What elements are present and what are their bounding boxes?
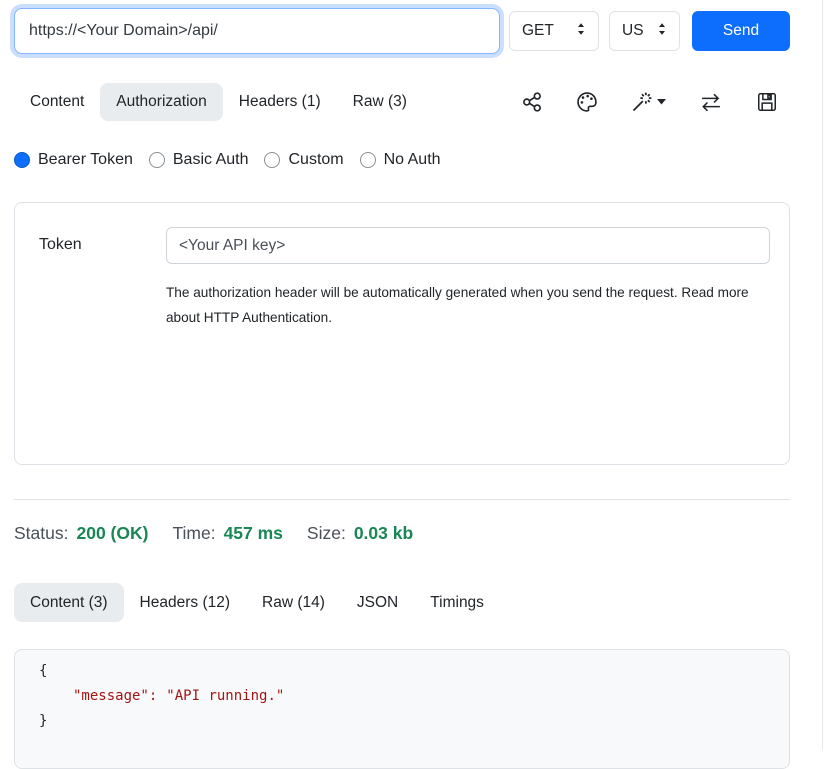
json-value: "API running." xyxy=(166,688,284,704)
response-tab-timings[interactable]: Timings xyxy=(414,583,500,622)
region-select[interactable]: US xyxy=(609,11,680,51)
radio-label: Bearer Token xyxy=(38,151,133,169)
token-input[interactable] xyxy=(166,227,770,264)
code-line: { xyxy=(39,659,789,684)
response-body: { "message": "API running." } xyxy=(14,649,790,769)
radio-label: No Auth xyxy=(384,151,441,169)
method-select[interactable]: GET xyxy=(509,11,599,51)
radio-unselected-icon xyxy=(264,152,280,168)
radio-label: Custom xyxy=(288,151,343,169)
response-tab-content[interactable]: Content (3) xyxy=(14,583,124,622)
auth-type-options: Bearer Token Basic Auth Custom No Auth xyxy=(14,151,822,169)
token-help-text: The authorization header will be automat… xyxy=(166,280,772,330)
section-divider xyxy=(14,499,790,500)
token-label: Token xyxy=(39,227,166,330)
radio-selected-icon xyxy=(14,152,30,168)
tab-raw[interactable]: Raw (3) xyxy=(337,83,423,121)
updown-arrows-icon xyxy=(657,21,667,42)
response-summary: Status: 200 (OK) Time: 457 ms Size: 0.03… xyxy=(14,523,822,544)
tab-headers[interactable]: Headers (1) xyxy=(223,83,337,121)
radio-label: Basic Auth xyxy=(173,151,249,169)
json-key: "message": xyxy=(73,688,157,704)
size-label: Size: xyxy=(307,523,346,544)
bearer-token-panel: Token The authorization header will be a… xyxy=(14,202,790,465)
radio-unselected-icon xyxy=(360,152,376,168)
radio-no-auth[interactable]: No Auth xyxy=(360,151,441,169)
send-button[interactable]: Send xyxy=(692,11,790,51)
region-select-value: US xyxy=(622,22,644,40)
radio-custom[interactable]: Custom xyxy=(264,151,343,169)
request-bar: GET US Send xyxy=(14,8,822,54)
code-line: "message": "API running." xyxy=(39,684,789,709)
time-value: 457 ms xyxy=(224,523,283,544)
response-tab-headers[interactable]: Headers (12) xyxy=(124,583,246,622)
save-icon[interactable] xyxy=(756,91,778,113)
url-input[interactable] xyxy=(14,8,500,54)
response-tab-raw[interactable]: Raw (14) xyxy=(246,583,341,622)
radio-bearer-token[interactable]: Bearer Token xyxy=(14,151,133,169)
palette-icon[interactable] xyxy=(576,91,598,113)
radio-basic-auth[interactable]: Basic Auth xyxy=(149,151,249,169)
radio-unselected-icon xyxy=(149,152,165,168)
size-value: 0.03 kb xyxy=(354,523,413,544)
caret-down-icon xyxy=(657,99,666,105)
share-icon[interactable] xyxy=(521,91,543,113)
response-tab-json[interactable]: JSON xyxy=(341,583,414,622)
response-tabs-row: Content (3) Headers (12) Raw (14) JSON T… xyxy=(14,583,822,622)
tab-authorization[interactable]: Authorization xyxy=(100,83,222,121)
updown-arrows-icon xyxy=(576,21,586,42)
code-line: } xyxy=(39,709,789,734)
magic-wand-icon[interactable] xyxy=(631,91,666,113)
swap-arrows-icon[interactable] xyxy=(699,93,723,112)
api-client-page: GET US Send Content Authorization Header… xyxy=(0,0,823,750)
request-toolbar xyxy=(521,91,778,113)
tab-content[interactable]: Content xyxy=(14,83,100,121)
time-label: Time: xyxy=(172,523,215,544)
method-select-value: GET xyxy=(522,22,554,40)
request-tabs-row: Content Authorization Headers (1) Raw (3… xyxy=(14,83,822,121)
status-label: Status: xyxy=(14,523,68,544)
status-value: 200 (OK) xyxy=(76,523,148,544)
